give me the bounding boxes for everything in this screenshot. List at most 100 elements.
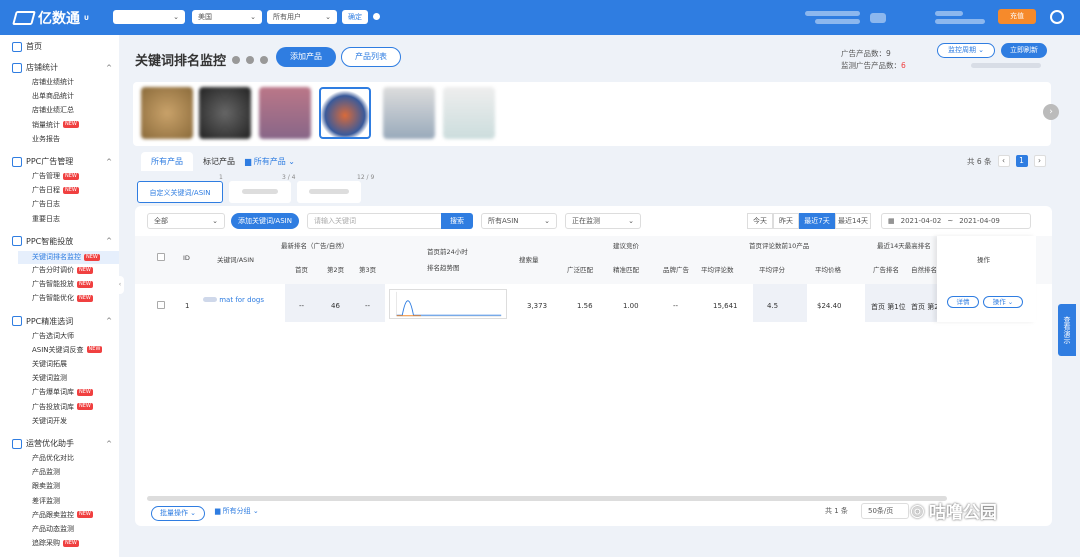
range-last7[interactable]: 最近7天 <box>799 213 835 229</box>
calendar-icon: ▦ <box>888 217 895 225</box>
operate-dropdown-button[interactable]: 操作 ⌄ <box>983 296 1023 308</box>
range-yesterday[interactable]: 昨天 <box>773 213 799 229</box>
sidebar-item[interactable]: 差评监测 <box>32 496 60 506</box>
row-keyword[interactable]: mat for dogs <box>203 296 264 304</box>
subtab-group-3[interactable] <box>297 181 361 203</box>
sidebar-item[interactable]: 店铺业绩统计 <box>32 77 74 87</box>
sidebar-item[interactable]: 出单商品统计 <box>32 91 74 101</box>
sidebar-section-0[interactable]: 店铺统计 ^ <box>12 62 112 73</box>
sidebar-item[interactable]: 广告管理 NEW <box>32 171 79 181</box>
refresh-now-button[interactable]: 立即刷新 <box>1001 43 1047 58</box>
next-page-button[interactable]: › <box>1033 155 1046 167</box>
rank-trend-chart[interactable] <box>389 289 507 319</box>
prev-page-button[interactable]: ‹ <box>997 155 1010 167</box>
monitored-product-count: 监测广告产品数：6 <box>841 61 906 70</box>
confirm-button[interactable]: 确定 <box>342 10 368 24</box>
gear-icon[interactable] <box>1050 10 1064 24</box>
sidebar-section-1[interactable]: PPC广告管理 ^ <box>12 156 112 167</box>
add-keyword-button[interactable]: 添加关键词/ASIN <box>231 213 299 229</box>
product-thumb[interactable] <box>199 87 251 139</box>
horizontal-scrollbar[interactable] <box>147 496 947 501</box>
subtab-group-2[interactable] <box>229 181 291 203</box>
tab-marked-products[interactable]: 标记产品 <box>203 156 235 167</box>
product-thumb-selected[interactable] <box>319 87 371 139</box>
top-pagination: 共 6 条 ‹ 1 › <box>967 155 1046 167</box>
marketplace-select[interactable]: 美国 ⌄ <box>192 10 262 24</box>
carousel-next-icon[interactable]: › <box>1043 104 1059 120</box>
recharge-button[interactable]: 充值 <box>998 9 1036 24</box>
sidebar-item[interactable]: 广告分时调价 NEW <box>32 265 93 275</box>
sidebar-item[interactable]: 产品优化对比 <box>32 453 74 463</box>
sidebar-item[interactable]: ASIN关键词反查 NEW <box>32 345 103 355</box>
per-page-select[interactable]: 50条/页 <box>861 503 909 519</box>
settings-icon[interactable] <box>246 55 255 64</box>
chevron-up-icon: ^ <box>106 439 112 448</box>
chevron-down-icon: ⌄ <box>325 13 331 21</box>
sidebar-item[interactable]: 广告选词大师 <box>32 331 74 341</box>
tab-all-products[interactable]: 所有产品 <box>141 152 193 171</box>
sidebar: 首页 店铺统计 ^ 店铺业绩统计 出单商品统计 店铺业绩汇总 销量统计 NEW 业务报告 PPC… <box>0 35 119 557</box>
range-today[interactable]: 今天 <box>747 213 773 229</box>
user-select[interactable]: 所有用户 ⌄ <box>267 10 337 24</box>
sidebar-home[interactable]: 首页 <box>12 41 112 52</box>
sidebar-item[interactable]: 销量统计 NEW <box>32 120 79 130</box>
new-badge: NEW <box>84 253 100 261</box>
sidebar-item[interactable]: 店铺业绩汇总 <box>32 105 74 115</box>
sidebar-item[interactable]: 广告智能投放 NEW <box>32 279 93 289</box>
info-icon <box>373 13 380 20</box>
asin-select[interactable]: 所有ASIN ⌄ <box>481 213 557 229</box>
sidebar-item[interactable]: 关键词监测 <box>32 373 67 383</box>
date-range-picker[interactable]: ▦ 2021-04-02 ~2021-04-09 <box>881 213 1031 229</box>
sidebar-item[interactable]: 关键词排名监控 NEW <box>18 250 119 264</box>
tab-folder-products[interactable]: ▆ 所有产品 ⌄ <box>245 156 295 167</box>
new-badge: NEW <box>77 511 93 519</box>
sidebar-item[interactable]: 产品跟卖监控 NEW <box>32 510 93 520</box>
search-button[interactable]: 搜索 <box>441 213 473 229</box>
sidebar-item[interactable]: 产品监测 <box>32 467 60 477</box>
shop-select[interactable]: ⌄ <box>113 10 185 24</box>
page-title: 关键词排名监控 <box>135 50 269 69</box>
sidebar-section-2[interactable]: PPC智能投放 ^ <box>12 236 112 247</box>
sidebar-item[interactable]: 广告日程 NEW <box>32 185 79 195</box>
product-thumb[interactable] <box>443 87 495 139</box>
sidebar-item[interactable]: 广告智能优化 NEW <box>32 293 93 303</box>
sidebar-item[interactable]: 广告爆单词库 NEW <box>32 387 93 397</box>
range-last14[interactable]: 最近14天 <box>835 213 871 229</box>
sidebar-item[interactable]: 关键词拓展 <box>32 359 67 369</box>
product-thumb[interactable] <box>259 87 311 139</box>
refresh-icon[interactable] <box>260 55 269 64</box>
chevron-up-icon: ^ <box>106 63 112 72</box>
sidebar-item[interactable]: 业务报告 <box>32 134 60 144</box>
product-thumb[interactable] <box>141 87 193 139</box>
new-badge: NEW <box>77 388 93 396</box>
keyword-search-input[interactable]: 请输入关键词 <box>307 213 443 229</box>
subtab-custom-keyword[interactable]: 自定义关键词/ASIN <box>137 181 223 203</box>
sidebar-item[interactable]: 追踪采购 NEW <box>32 538 79 548</box>
detail-button[interactable]: 详情 <box>947 296 979 308</box>
product-list-button[interactable]: 产品列表 <box>341 47 401 67</box>
status-select[interactable]: 正在监测 ⌄ <box>565 213 641 229</box>
page-1-button[interactable]: 1 <box>1015 155 1028 167</box>
sidebar-item[interactable]: 产品动态监测 <box>32 524 74 534</box>
sidebar-section-3[interactable]: PPC精准选词 ^ <box>12 316 112 327</box>
sidebar-item[interactable]: 广告投放词库 NEW <box>32 402 93 412</box>
batch-operation-button[interactable]: 批量操作 ⌄ <box>151 506 205 521</box>
ad-product-count: 广告产品数：9 <box>841 49 891 58</box>
sidebar-item[interactable]: 广告日志 <box>32 199 60 209</box>
product-thumb[interactable] <box>383 87 435 139</box>
select-all-checkbox[interactable] <box>157 253 165 261</box>
sidebar-section-4[interactable]: 运营优化助手 ^ <box>12 438 112 449</box>
type-select[interactable]: 全部 ⌄ <box>147 213 225 229</box>
view-demo-button[interactable]: 查看演示 <box>1058 304 1076 356</box>
add-product-button[interactable]: 添加产品 <box>276 47 336 67</box>
row-checkbox[interactable] <box>157 301 165 309</box>
group-select[interactable]: ▆ 所有分组 ⌄ <box>215 506 259 516</box>
product-tabs: 所有产品 标记产品 ▆ 所有产品 ⌄ <box>141 152 295 171</box>
monitor-period-button[interactable]: 监控周期 ⌄ <box>937 43 995 58</box>
help-icon[interactable] <box>232 55 241 64</box>
watermark: ◎ 咕噜公园 <box>910 500 997 524</box>
app-logo[interactable]: 亿数通 U <box>12 8 89 28</box>
sidebar-item[interactable]: 跟卖监测 <box>32 481 60 491</box>
sidebar-item[interactable]: 关键词开发 <box>32 416 67 426</box>
sidebar-item[interactable]: 重要日志 <box>32 214 60 224</box>
